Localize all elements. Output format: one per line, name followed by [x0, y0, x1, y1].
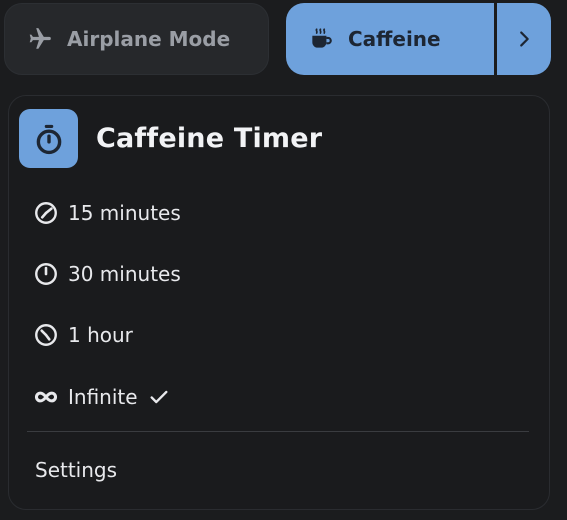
infinity-icon: [34, 391, 58, 403]
menu-item-30-minutes[interactable]: 30 minutes: [33, 257, 181, 291]
timer-half-icon: [35, 263, 57, 285]
caffeine-expand-button[interactable]: [497, 3, 551, 75]
menu-item-label: 30 minutes: [68, 262, 181, 286]
menu-divider: [27, 431, 529, 432]
chevron-right-icon: [520, 31, 529, 47]
caffeine-timer-menu: Caffeine Timer 15 minutes 30 minutes 1 h…: [8, 95, 550, 510]
airplane-mode-toggle[interactable]: Airplane Mode: [4, 3, 269, 75]
menu-item-label: 15 minutes: [68, 201, 181, 225]
airplane-icon: [29, 28, 51, 49]
menu-item-infinite[interactable]: Infinite: [33, 380, 170, 414]
coffee-cup-icon: [312, 28, 332, 48]
caffeine-label: Caffeine: [348, 27, 441, 51]
menu-item-label: 1 hour: [68, 323, 133, 347]
menu-header: Caffeine Timer: [19, 109, 322, 168]
airplane-mode-label: Airplane Mode: [67, 27, 231, 51]
timer-full-icon: [35, 324, 57, 346]
caffeine-toggle[interactable]: Caffeine: [286, 3, 494, 75]
menu-item-label: Infinite: [68, 385, 138, 409]
menu-item-15-minutes[interactable]: 15 minutes: [33, 196, 181, 230]
checkmark-icon: [150, 390, 168, 404]
stopwatch-icon: [36, 124, 61, 154]
menu-title: Caffeine Timer: [96, 123, 323, 154]
caffeine-quick-settings: Airplane Mode Caffeine Caffeine Timer 15…: [0, 0, 567, 520]
timer-quarter-icon: [35, 202, 57, 224]
header-icon-tile: [19, 109, 78, 168]
menu-item-1-hour[interactable]: 1 hour: [33, 318, 133, 352]
settings-menu-item[interactable]: Settings: [35, 454, 117, 486]
